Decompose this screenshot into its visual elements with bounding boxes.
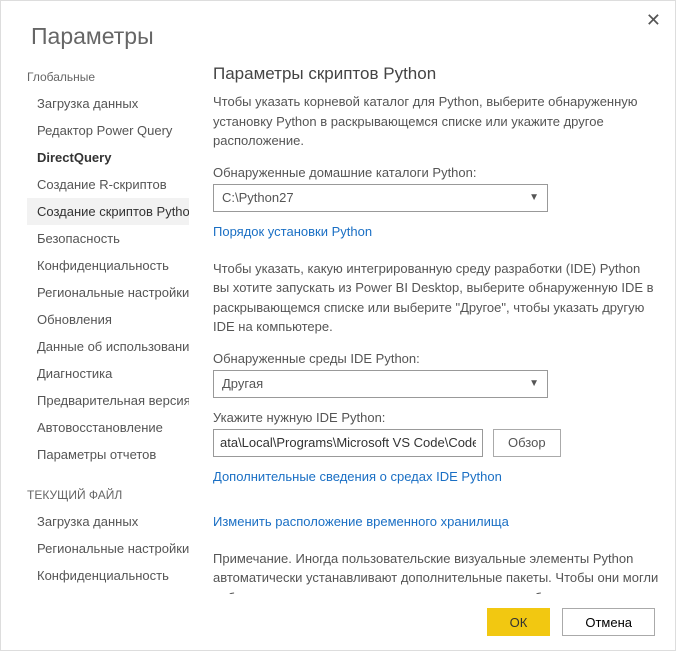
idepath-row: Обзор (213, 429, 659, 457)
sidebar-item-cf-privacy[interactable]: Конфиденциальность (27, 562, 189, 589)
note-text: Примечание. Иногда пользовательские визу… (213, 549, 659, 595)
sidebar-item-cf-regional[interactable]: Региональные настройки (27, 535, 189, 562)
ide-select[interactable]: Другая ▼ (213, 370, 548, 398)
homedir-value: C:\Python27 (222, 190, 294, 205)
ide-value: Другая (222, 376, 263, 391)
dialog-footer: ОК Отмена (1, 594, 675, 650)
ide-intro-text: Чтобы указать, какую интегрированную сре… (213, 259, 659, 337)
homedir-label: Обнаруженные домашние каталоги Python: (213, 165, 659, 180)
chevron-down-icon: ▼ (529, 192, 539, 203)
sidebar-item-cf-data-load[interactable]: Загрузка данных (27, 508, 189, 535)
sidebar-item-python-scripting[interactable]: Создание скриптов Python (27, 198, 189, 225)
sidebar-item-updates[interactable]: Обновления (27, 306, 189, 333)
close-icon[interactable]: ✕ (646, 11, 661, 29)
sidebar-section-currentfile: ТЕКУЩИЙ ФАЙЛ (27, 482, 189, 508)
idepath-label: Укажите нужную IDE Python: (213, 410, 659, 425)
cancel-button[interactable]: Отмена (562, 608, 655, 636)
sidebar-item-auto-recovery[interactable]: Автовосстановление (27, 414, 189, 441)
sidebar: Глобальные Загрузка данных Редактор Powe… (27, 64, 189, 594)
homedir-select[interactable]: C:\Python27 ▼ (213, 184, 548, 212)
content-heading: Параметры скриптов Python (213, 64, 659, 84)
sidebar-item-security[interactable]: Безопасность (27, 225, 189, 252)
dialog-body: Глобальные Загрузка данных Редактор Powe… (1, 64, 675, 594)
sidebar-item-diagnostics[interactable]: Диагностика (27, 360, 189, 387)
intro-text: Чтобы указать корневой каталог для Pytho… (213, 92, 659, 151)
ide-more-info-link[interactable]: Дополнительные сведения о средах IDE Pyt… (213, 469, 502, 484)
ide-label: Обнаруженные среды IDE Python: (213, 351, 659, 366)
sidebar-item-preview-features[interactable]: Предварительная версия функций (27, 387, 189, 414)
sidebar-item-usage-data[interactable]: Данные об использовании (27, 333, 189, 360)
sidebar-item-directquery[interactable]: DirectQuery (27, 144, 189, 171)
sidebar-item-report-settings[interactable]: Параметры отчетов (27, 441, 189, 468)
sidebar-item-r-scripting[interactable]: Создание R-скриптов (27, 171, 189, 198)
sidebar-item-power-query[interactable]: Редактор Power Query (27, 117, 189, 144)
content-panel: Параметры скриптов Python Чтобы указать … (189, 64, 675, 594)
idepath-input[interactable] (213, 429, 483, 457)
ok-button[interactable]: ОК (487, 608, 551, 636)
sidebar-item-data-load[interactable]: Загрузка данных (27, 90, 189, 117)
options-dialog: ✕ Параметры Глобальные Загрузка данных Р… (0, 0, 676, 651)
chevron-down-icon: ▼ (529, 378, 539, 389)
dialog-title: Параметры (1, 1, 675, 64)
change-temp-link[interactable]: Изменить расположение временного хранили… (213, 514, 509, 529)
sidebar-item-regional[interactable]: Региональные настройки (27, 279, 189, 306)
browse-button[interactable]: Обзор (493, 429, 561, 457)
sidebar-item-privacy[interactable]: Конфиденциальность (27, 252, 189, 279)
sidebar-section-global: Глобальные (27, 64, 189, 90)
install-python-link[interactable]: Порядок установки Python (213, 224, 372, 239)
sidebar-item-cf-auto-recovery[interactable]: Автовосстановление (27, 589, 189, 594)
